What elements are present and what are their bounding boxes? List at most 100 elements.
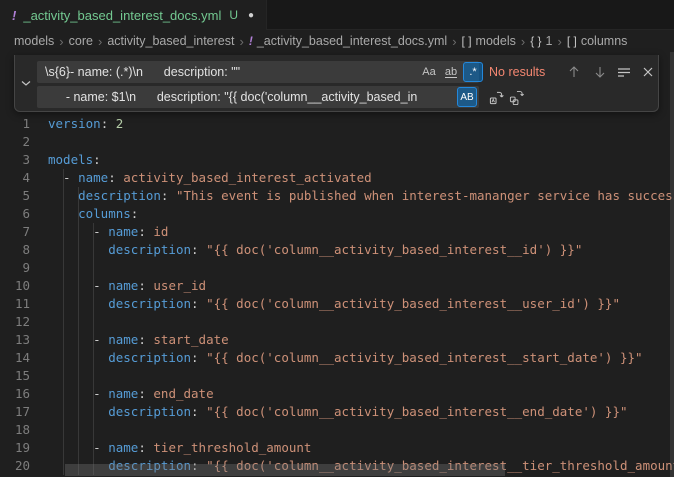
symbol-array-icon: [ ] — [462, 34, 472, 48]
line-number: 12 — [0, 313, 30, 331]
preserve-case-button[interactable]: AB — [457, 87, 477, 107]
symbol-array-icon: [ ] — [567, 34, 577, 48]
breadcrumb-item[interactable]: [ ]models — [462, 34, 516, 48]
breadcrumb-item[interactable]: activity_based_interest — [107, 34, 234, 48]
code-area: 1version: 223models:4 - name: activity_b… — [0, 115, 674, 475]
breadcrumb-separator: › — [59, 34, 63, 49]
code-line[interactable]: 3models: — [0, 151, 674, 169]
code-text — [30, 367, 48, 385]
line-number: 1 — [0, 115, 30, 133]
breadcrumb-separator: › — [239, 34, 243, 49]
breadcrumb-separator: › — [452, 34, 456, 49]
code-line[interactable]: 14 description: "{{ doc('column__activit… — [0, 349, 674, 367]
code-text: - name: tier_threshold_amount — [30, 439, 311, 457]
code-line[interactable]: 4 - name: activity_based_interest_activa… — [0, 169, 674, 187]
regex-button[interactable]: .* — [463, 62, 483, 82]
tab-bar: ! _activity_based_interest_docs.yml U ● — [0, 0, 674, 30]
code-text — [30, 133, 48, 151]
code-line[interactable]: 10 - name: user_id — [0, 277, 674, 295]
code-text: description: "This event is published wh… — [30, 187, 674, 205]
breadcrumb-item[interactable]: models — [14, 34, 54, 48]
code-line[interactable]: 15 — [0, 367, 674, 385]
breadcrumb-item[interactable]: core — [69, 34, 93, 48]
code-line[interactable]: 12 — [0, 313, 674, 331]
code-line[interactable]: 13 - name: start_date — [0, 331, 674, 349]
line-number: 10 — [0, 277, 30, 295]
line-number: 11 — [0, 295, 30, 313]
next-match-button[interactable] — [591, 63, 609, 81]
line-number: 19 — [0, 439, 30, 457]
find-result-status: No results — [489, 61, 545, 83]
whole-word-button[interactable]: ab — [441, 62, 461, 82]
code-line[interactable]: 6 columns: — [0, 205, 674, 223]
breadcrumb-item[interactable]: ! _activity_based_interest_docs.yml — [249, 34, 447, 48]
breadcrumb-separator: › — [98, 34, 102, 49]
previous-match-button[interactable] — [565, 63, 583, 81]
replace-all-button[interactable] — [507, 88, 525, 106]
replace-input[interactable] — [37, 86, 479, 108]
code-line[interactable]: 2 — [0, 133, 674, 151]
line-number: 17 — [0, 403, 30, 421]
code-line[interactable]: 7 - name: id — [0, 223, 674, 241]
code-text — [30, 313, 48, 331]
editor[interactable]: 1version: 223models:4 - name: activity_b… — [0, 52, 674, 477]
code-text: description: "{{ doc('column__activity_b… — [30, 403, 628, 421]
breadcrumb-label: _activity_based_interest_docs.yml — [257, 34, 447, 48]
match-case-label: Aa — [422, 66, 435, 78]
tab-filename: _activity_based_interest_docs.yml — [23, 8, 221, 23]
line-number: 9 — [0, 259, 30, 277]
yaml-file-icon: ! — [249, 34, 253, 48]
tab-active-file[interactable]: ! _activity_based_interest_docs.yml U ● — [0, 0, 267, 30]
line-number: 2 — [0, 133, 30, 151]
breadcrumb: models › core › activity_based_interest ›! _ac… — [0, 30, 674, 52]
code-line[interactable]: 17 description: "{{ doc('column__activit… — [0, 403, 674, 421]
find-input[interactable] — [37, 61, 479, 83]
replace-icon — [489, 90, 504, 105]
breadcrumb-label: 1 — [546, 34, 553, 48]
find-widget: Aa ab .* No results — [14, 55, 659, 112]
code-line[interactable]: 11 description: "{{ doc('column__activit… — [0, 295, 674, 313]
code-line[interactable]: 18 — [0, 421, 674, 439]
code-line[interactable]: 16 - name: end_date — [0, 385, 674, 403]
code-line[interactable]: 1version: 2 — [0, 115, 674, 133]
code-line[interactable]: 5 description: "This event is published … — [0, 187, 674, 205]
horizontal-scrollbar[interactable] — [65, 464, 505, 476]
match-case-button[interactable]: Aa — [419, 62, 439, 82]
modified-dot-icon[interactable]: ● — [248, 10, 254, 21]
arrow-down-icon — [593, 65, 607, 79]
breadcrumb-label: core — [69, 34, 93, 48]
line-number: 16 — [0, 385, 30, 403]
code-text: - name: user_id — [30, 277, 206, 295]
symbol-object-icon: { } — [530, 34, 541, 48]
breadcrumb-separator: › — [521, 34, 525, 49]
line-number: 14 — [0, 349, 30, 367]
code-text: description: "{{ doc('column__activity_b… — [30, 241, 582, 259]
toggle-replace-button[interactable] — [15, 55, 37, 111]
whole-word-label: ab — [445, 67, 457, 78]
code-line[interactable]: 8 description: "{{ doc('column__activity… — [0, 241, 674, 259]
code-text: - name: start_date — [30, 331, 229, 349]
replace-button[interactable] — [487, 88, 505, 106]
vscode-window: ! _activity_based_interest_docs.yml U ● … — [0, 0, 674, 477]
breadcrumb-label: models — [14, 34, 54, 48]
preserve-case-label: AB — [460, 92, 473, 103]
breadcrumb-label: activity_based_interest — [107, 34, 234, 48]
line-number: 20 — [0, 457, 30, 475]
breadcrumb-item[interactable]: [ ]columns — [567, 34, 628, 48]
code-text — [30, 259, 48, 277]
line-number: 5 — [0, 187, 30, 205]
find-in-selection-button[interactable] — [615, 63, 633, 81]
code-text: - name: activity_based_interest_activate… — [30, 169, 372, 187]
line-number: 13 — [0, 331, 30, 349]
code-text: description: "{{ doc('column__activity_b… — [30, 295, 620, 313]
line-number: 3 — [0, 151, 30, 169]
vertical-scrollbar[interactable] — [670, 52, 674, 477]
code-line[interactable]: 9 — [0, 259, 674, 277]
close-find-button[interactable] — [639, 63, 657, 81]
code-line[interactable]: 19 - name: tier_threshold_amount — [0, 439, 674, 457]
code-text: - name: id — [30, 223, 168, 241]
code-text: version: 2 — [30, 115, 123, 133]
code-text: models: — [30, 151, 101, 169]
breadcrumb-item[interactable]: { } 1 — [530, 34, 552, 48]
selection-icon — [617, 65, 631, 79]
